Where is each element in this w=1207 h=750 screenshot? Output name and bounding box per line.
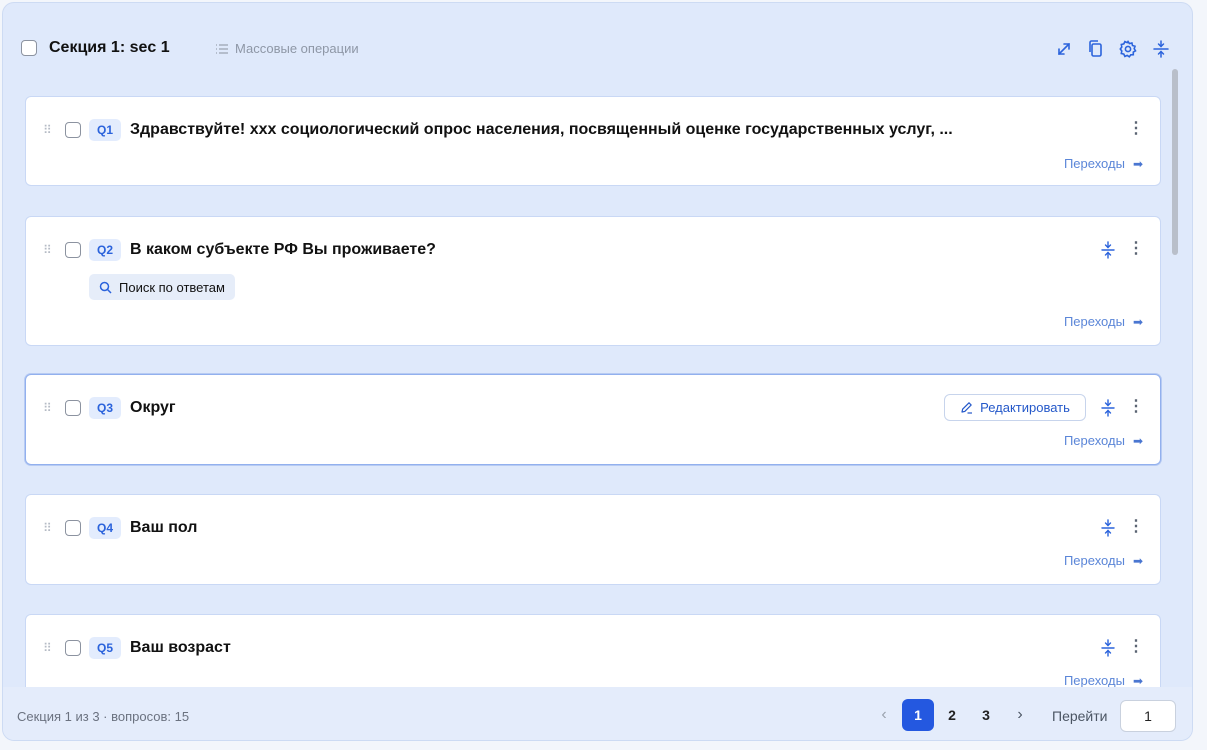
- question-card-q3[interactable]: ⠿ Q3 Округ Редактировать ⋮ Переходы ➡: [25, 374, 1161, 465]
- arrow-right-icon: ➡: [1132, 553, 1143, 568]
- transitions-label: Переходы: [1063, 553, 1125, 568]
- more-icon[interactable]: ⋮: [1128, 121, 1144, 137]
- question-tag: Q1: [89, 119, 121, 141]
- transitions-link[interactable]: Переходы ➡: [1064, 156, 1143, 171]
- question-checkbox[interactable]: [65, 640, 81, 656]
- transitions-label: Переходы: [1063, 673, 1125, 687]
- bulk-operations-label: Массовые операции: [235, 41, 359, 56]
- pencil-icon: [961, 402, 973, 414]
- next-page-icon[interactable]: ›: [1004, 699, 1036, 731]
- section-checkbox[interactable]: [21, 40, 37, 56]
- goto-label: Перейти: [1052, 708, 1108, 724]
- question-title[interactable]: В каком субъекте РФ Вы проживаете?: [130, 241, 436, 259]
- arrow-right-icon: ➡: [1132, 314, 1143, 329]
- section-title: Секция 1: sec 1: [49, 39, 170, 56]
- transitions-link[interactable]: Переходы ➡: [1064, 673, 1143, 687]
- question-tag: Q2: [89, 239, 121, 261]
- bulk-operations-button[interactable]: Массовые операции: [215, 41, 359, 56]
- question-tag: Q4: [89, 517, 121, 539]
- search-answers-label: Поиск по ответам: [119, 279, 225, 295]
- question-tag: Q5: [89, 637, 121, 659]
- scrollbar-thumb[interactable]: [1172, 69, 1178, 255]
- arrow-right-icon: ➡: [1132, 673, 1143, 688]
- transitions-label: Переходы: [1063, 433, 1125, 448]
- settings-icon[interactable]: [1118, 39, 1138, 59]
- scrollbar[interactable]: [1170, 67, 1180, 687]
- collapse-icon[interactable]: [1100, 518, 1116, 538]
- question-checkbox[interactable]: [65, 520, 81, 536]
- page-2-button[interactable]: 2: [936, 699, 968, 731]
- question-title[interactable]: Здравствуйте! ххх социологический опрос …: [130, 121, 953, 139]
- more-icon[interactable]: ⋮: [1128, 241, 1144, 257]
- search-answers-button[interactable]: Поиск по ответам: [89, 274, 235, 300]
- question-title[interactable]: Округ: [130, 399, 176, 417]
- collapse-icon[interactable]: [1100, 240, 1116, 260]
- drag-handle-icon[interactable]: ⠿: [43, 243, 52, 257]
- edit-button[interactable]: Редактировать: [944, 394, 1086, 421]
- section-panel: Секция 1: sec 1 Массовые операции ⠿ Q1 З…: [2, 2, 1193, 741]
- drag-handle-icon[interactable]: ⠿: [43, 123, 52, 137]
- questions-list: ⠿ Q1 Здравствуйте! ххх социологический о…: [3, 65, 1181, 687]
- pagination-footer: Секция 1 из 3 · вопросов: 15 ‹ 1 2 3 › П…: [3, 687, 1192, 740]
- search-icon: [99, 281, 112, 294]
- page-3-button[interactable]: 3: [970, 699, 1002, 731]
- arrow-right-icon: ➡: [1132, 156, 1143, 171]
- more-icon[interactable]: ⋮: [1128, 639, 1144, 655]
- collapse-icon[interactable]: [1100, 398, 1116, 418]
- copy-icon[interactable]: [1086, 39, 1106, 59]
- question-checkbox[interactable]: [65, 242, 81, 258]
- prev-page-icon[interactable]: ‹: [868, 699, 900, 731]
- question-title[interactable]: Ваш возраст: [130, 639, 231, 657]
- list-icon: [216, 43, 228, 54]
- section-info: Секция 1 из 3 · вопросов: 15: [17, 709, 190, 724]
- arrow-right-icon: ➡: [1132, 433, 1143, 448]
- more-icon[interactable]: ⋮: [1128, 519, 1144, 535]
- drag-handle-icon[interactable]: ⠿: [43, 641, 52, 655]
- goto-page-input[interactable]: 1: [1120, 700, 1176, 732]
- question-card-q4[interactable]: ⠿ Q4 Ваш пол ⋮ Переходы ➡: [25, 494, 1161, 585]
- page-1-button[interactable]: 1: [902, 699, 934, 731]
- collapse-icon[interactable]: [1100, 638, 1116, 658]
- drag-handle-icon[interactable]: ⠿: [43, 521, 52, 535]
- drag-handle-icon[interactable]: ⠿: [43, 401, 52, 415]
- transitions-label: Переходы: [1063, 156, 1125, 171]
- question-card-q5[interactable]: ⠿ Q5 Ваш возраст ⋮ Переходы ➡: [25, 614, 1161, 687]
- question-card-q1[interactable]: ⠿ Q1 Здравствуйте! ххх социологический о…: [25, 96, 1161, 186]
- question-card-q2[interactable]: ⠿ Q2 В каком субъекте РФ Вы проживаете? …: [25, 216, 1161, 346]
- question-tag: Q3: [89, 397, 121, 419]
- transitions-link[interactable]: Переходы ➡: [1064, 553, 1143, 568]
- transitions-link[interactable]: Переходы ➡: [1064, 433, 1143, 448]
- transitions-label: Переходы: [1063, 314, 1125, 329]
- question-title[interactable]: Ваш пол: [130, 519, 197, 537]
- collapse-all-icon[interactable]: [1151, 39, 1171, 59]
- edit-label: Редактировать: [980, 400, 1070, 415]
- transitions-link[interactable]: Переходы ➡: [1064, 314, 1143, 329]
- more-icon[interactable]: ⋮: [1128, 399, 1144, 415]
- question-checkbox[interactable]: [65, 400, 81, 416]
- section-header: Секция 1: sec 1 Массовые операции: [3, 3, 1192, 65]
- question-checkbox[interactable]: [65, 122, 81, 138]
- expand-icon[interactable]: [1054, 39, 1074, 59]
